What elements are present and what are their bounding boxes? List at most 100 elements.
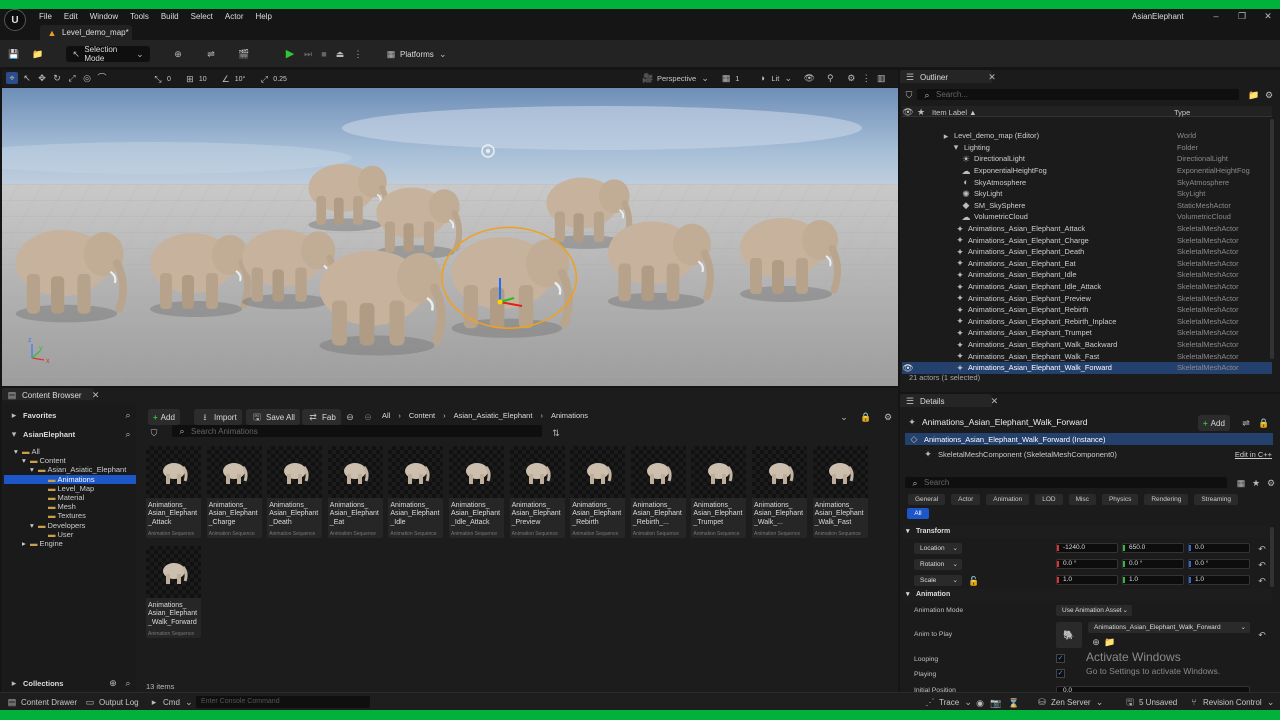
folder-item[interactable]: ▾ ▬ Asian_Asiatic_Elephant: [4, 465, 136, 474]
outliner-row[interactable]: ☁ ExponentialHeightFog ExponentialHeightFo…: [902, 165, 1272, 177]
tab-animation[interactable]: Animation: [986, 494, 1030, 505]
trace-dropdown[interactable]: ⋰ Trace ⌄: [924, 696, 974, 708]
asset-tile[interactable]: Animations_ Asian_Elephant _Death Animati…: [267, 446, 323, 538]
selection-mode-dropdown[interactable]: ↖ Selection Mode ⌄: [66, 45, 150, 63]
outliner-row[interactable]: ✦ Animations_Asian_Elephant_Walk_Backward…: [902, 339, 1272, 351]
add-component-button[interactable]: + Add: [1198, 415, 1230, 431]
coordinate-space-icon[interactable]: ◎: [81, 72, 93, 84]
blueprint-convert-icon[interactable]: ⇌: [1240, 417, 1252, 429]
outliner-row[interactable]: ✦ Animations_Asian_Elephant_Death Skeletal…: [902, 246, 1272, 258]
outliner-scrollbar[interactable]: [1270, 119, 1274, 359]
reset-icon[interactable]: ↶: [1256, 575, 1268, 587]
cmd-dropdown[interactable]: ▸ Cmd ⌄: [148, 696, 195, 708]
scale-y-field[interactable]: 1.0: [1122, 575, 1184, 585]
asset-tile[interactable]: Animations_ Asian_Elephant _Rebirth_... A…: [630, 446, 686, 538]
folder-item[interactable]: ▬ User: [4, 530, 136, 539]
select-tool-icon[interactable]: ↖: [21, 72, 33, 84]
outliner-search-input[interactable]: ⌕ Search...: [917, 89, 1239, 100]
tab-lod[interactable]: LOD: [1035, 494, 1063, 505]
tab-general[interactable]: General: [908, 494, 946, 505]
unreal-logo-icon[interactable]: U: [4, 9, 26, 31]
outliner-row[interactable]: ▾ Lighting Folder: [902, 142, 1272, 154]
breadcrumb-item[interactable]: All: [382, 411, 390, 420]
search-icon[interactable]: ⌕: [122, 677, 134, 689]
show-icon[interactable]: 👁: [803, 72, 815, 84]
outliner-row[interactable]: ✦ Animations_Asian_Elephant_Trumpet Skelet…: [902, 327, 1272, 339]
tab-misc[interactable]: Misc: [1068, 494, 1096, 505]
favorite-icon[interactable]: ★: [915, 106, 927, 118]
minimize-icon[interactable]: –: [1210, 10, 1222, 22]
menu-item-build[interactable]: Build: [155, 12, 185, 21]
rotation-y-field[interactable]: 0.0 °: [1122, 559, 1184, 569]
play-icon[interactable]: ▶: [284, 48, 296, 60]
scale-x-field[interactable]: 1.0: [1056, 575, 1118, 585]
scale-snap-value[interactable]: 0.25: [273, 76, 287, 83]
add-button[interactable]: + Add: [148, 409, 180, 425]
add-actor-icon[interactable]: ⊕: [172, 48, 184, 60]
asset-tile[interactable]: Animations_ Asian_Elephant _Eat Animation…: [327, 446, 383, 538]
menu-item-window[interactable]: Window: [84, 12, 124, 21]
outliner-row[interactable]: ✦ Animations_Asian_Elephant_Walk_Fast Skel…: [902, 350, 1272, 362]
rotation-snap-icon[interactable]: ∠: [220, 73, 232, 85]
path-dropdown-icon[interactable]: ⌄: [838, 411, 850, 423]
property-matrix-icon[interactable]: ▦: [1235, 477, 1247, 489]
col-type[interactable]: Type: [1174, 108, 1190, 117]
reset-icon[interactable]: ↶: [1256, 559, 1268, 571]
tab-rendering[interactable]: Rendering: [1144, 494, 1189, 505]
looping-checkbox[interactable]: ✓: [1056, 654, 1065, 663]
surface-snap-icon[interactable]: ⌒: [96, 72, 108, 84]
history-forward-icon[interactable]: ⊖: [362, 411, 374, 423]
outliner-row[interactable]: ☁ VolumetricCloud VolumetricCloud: [902, 211, 1272, 223]
playing-checkbox[interactable]: ✓: [1056, 669, 1065, 678]
sort-icon[interactable]: ⇅: [550, 427, 562, 439]
menu-item-tools[interactable]: Tools: [124, 12, 155, 21]
location-x-field[interactable]: -1240.0: [1056, 543, 1118, 553]
skeletal-mesh-component-row[interactable]: ✦ SkeletalMeshComponent (SkeletalMeshCom…: [922, 448, 1272, 460]
outliner-row[interactable]: ✦ Animations_Asian_Elephant_Preview Skelet…: [902, 292, 1272, 304]
outliner-row[interactable]: ✦ Animations_Asian_Elephant_Rebirth_Inpla…: [902, 316, 1272, 328]
grid-snap-value[interactable]: 10: [199, 76, 207, 83]
rotation-z-field[interactable]: 0.0 °: [1188, 559, 1250, 569]
scale-snap-icon[interactable]: ⤢: [258, 73, 270, 85]
visibility-icon[interactable]: 👁: [902, 362, 914, 374]
asset-tile[interactable]: Animations_ Asian_Elephant _Walk_... Anim…: [752, 446, 807, 538]
menu-item-actor[interactable]: Actor: [219, 12, 250, 21]
browse-icon[interactable]: 📁: [32, 48, 44, 60]
close-icon[interactable]: ✕: [986, 71, 998, 83]
asset-search-input[interactable]: ⌕ Search Animations: [172, 425, 542, 437]
visibility-icon[interactable]: 👁: [902, 106, 914, 118]
outliner-row[interactable]: ✦ Animations_Asian_Elephant_Charge Skeleta…: [902, 234, 1272, 246]
realtime-icon[interactable]: ⚲: [824, 72, 836, 84]
rotation-dropdown[interactable]: Rotation ⌄: [914, 559, 962, 570]
scale-z-field[interactable]: 1.0: [1188, 575, 1250, 585]
folder-item[interactable]: ▾ ▬ All: [4, 447, 136, 456]
use-selected-icon[interactable]: ⊕: [1090, 636, 1102, 648]
import-button[interactable]: ⭳ Import: [194, 409, 242, 425]
asset-tile[interactable]: Animations_ Asian_Elephant _Trumpet Anima…: [691, 446, 747, 538]
folder-item[interactable]: ▬ Level_Map: [4, 484, 136, 493]
col-item-label[interactable]: Item Label ▲: [932, 108, 977, 117]
breadcrumb-item[interactable]: Asian_Asiatic_Elephant: [454, 411, 533, 420]
asset-tile[interactable]: Animations_ Asian_Elephant _Walk_Forward…: [146, 546, 201, 638]
tab-physics[interactable]: Physics: [1101, 494, 1139, 505]
tab-all[interactable]: All: [907, 508, 929, 519]
tab-actor[interactable]: Actor: [951, 494, 981, 505]
play-options-icon[interactable]: ⋮: [352, 48, 364, 60]
cinematics-icon[interactable]: 🎬: [238, 48, 250, 60]
viewport-count[interactable]: 1: [735, 74, 739, 83]
revision-control-button[interactable]: ⑂ Revision Control ⌄: [1188, 696, 1277, 708]
details-settings-icon[interactable]: ⚙: [1265, 477, 1277, 489]
save-all-button[interactable]: 🖫 Save All: [246, 409, 300, 425]
outliner-row[interactable]: ✦ Animations_Asian_Elephant_Attack Skeleta…: [902, 223, 1272, 235]
history-back-icon[interactable]: ⊖: [344, 411, 356, 423]
location-y-field[interactable]: 650.0: [1122, 543, 1184, 553]
stop-icon[interactable]: ■: [318, 48, 330, 60]
lock-icon[interactable]: 🔓: [968, 575, 980, 587]
location-z-field[interactable]: 0.0: [1188, 543, 1250, 553]
grid-snap-icon[interactable]: ⊞: [184, 73, 196, 85]
menu-item-file[interactable]: File: [33, 12, 58, 21]
collections-header[interactable]: ▸ Collections ⊕ ⌕: [8, 677, 134, 689]
rotation-x-field[interactable]: 0.0 °: [1056, 559, 1118, 569]
grid-icon[interactable]: ▦: [720, 72, 732, 84]
zen-server-dropdown[interactable]: ⛁ Zen Server ⌄: [1036, 696, 1106, 708]
